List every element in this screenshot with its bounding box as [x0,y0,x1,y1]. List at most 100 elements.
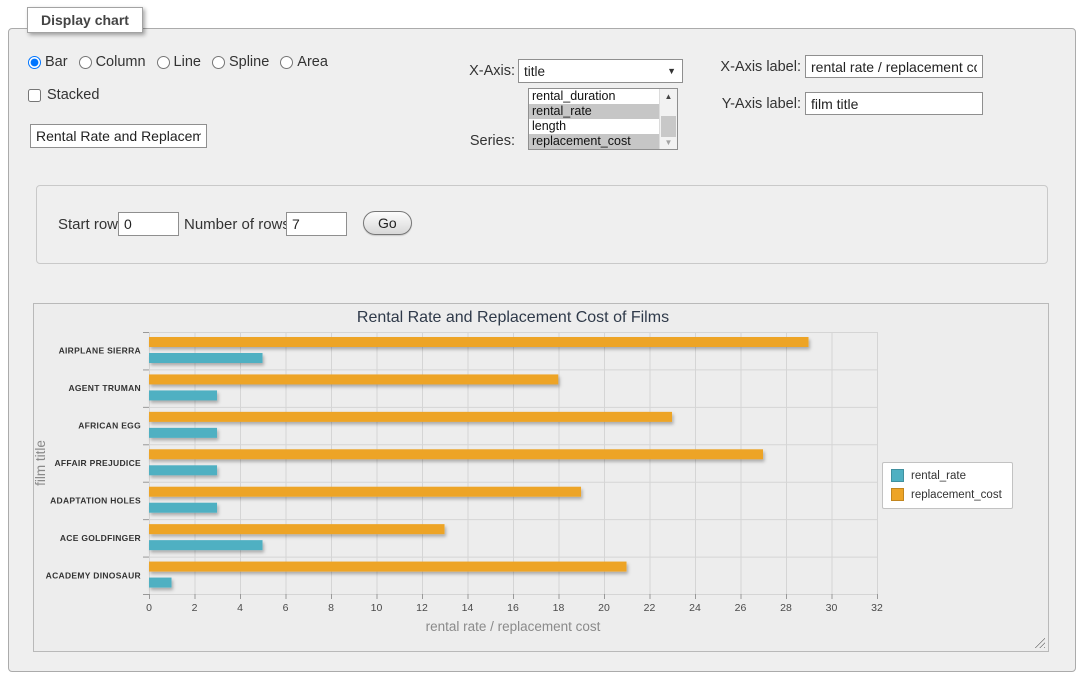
chart-type-option-line[interactable]: Line [157,54,201,70]
x-axis-label-label: X-Axis label: [705,59,801,75]
panel-title: Display chart [27,7,143,33]
svg-text:ACE GOLDFINGER: ACE GOLDFINGER [60,533,141,543]
y-axis-label-input[interactable] [805,92,983,115]
svg-text:ADAPTATION HOLES: ADAPTATION HOLES [50,495,141,505]
x-axis-select-label: X-Axis: [420,63,515,79]
chevron-down-icon: ▼ [667,66,676,76]
chart-title: Rental Rate and Replacement Cost of Film… [357,309,669,326]
x-tick-labels: 02468101214161820222426283032 [146,602,883,614]
chart-legend: rental_rate replacement_cost [882,462,1013,509]
legend-label: replacement_cost [911,489,1002,501]
series-option-length[interactable]: length [529,119,660,134]
bar-replacement_cost[interactable] [149,374,558,384]
svg-text:6: 6 [283,602,289,614]
svg-text:10: 10 [371,602,383,614]
scrollbar-thumb[interactable] [661,116,676,137]
y-axis-label-label: Y-Axis label: [705,96,801,112]
bar-replacement_cost[interactable] [149,487,581,497]
series-listbox[interactable]: rental_durationrental_ratelengthreplacem… [528,88,678,150]
svg-text:16: 16 [507,602,519,614]
series-listbox-options: rental_durationrental_ratelengthreplacem… [529,89,660,149]
gridlines [149,332,878,595]
svg-text:32: 32 [871,602,883,614]
bar-replacement_cost[interactable] [149,337,809,347]
stacked-label: Stacked [47,87,99,103]
start-row-input[interactable] [118,212,179,236]
svg-text:0: 0 [146,602,152,614]
chart-type-label: Spline [229,54,269,70]
series-scrollbar[interactable]: ▲ ▼ [659,89,677,149]
bars [149,337,809,588]
svg-text:24: 24 [689,602,701,614]
svg-text:4: 4 [237,602,243,614]
chart-type-radio-bar[interactable] [28,56,41,69]
chart-type-radio-column[interactable] [79,56,92,69]
svg-text:AFFAIR PREJUDICE: AFFAIR PREJUDICE [54,458,141,468]
axis-ticks [143,333,878,600]
svg-text:20: 20 [598,602,610,614]
chart-type-option-bar[interactable]: Bar [28,54,68,70]
x-axis-selected-value: title [524,64,545,79]
chart-container: 02468101214161820222426283032AIRPLANE SI… [33,303,1049,652]
chart-type-label: Area [297,54,328,70]
svg-text:26: 26 [735,602,747,614]
series-label: Series: [420,133,515,149]
bar-replacement_cost[interactable] [149,412,672,422]
bar-rental_rate[interactable] [149,428,217,438]
svg-text:28: 28 [780,602,792,614]
svg-text:AGENT TRUMAN: AGENT TRUMAN [68,383,141,393]
svg-text:AFRICAN EGG: AFRICAN EGG [78,421,141,431]
category-labels: AIRPLANE SIERRA AGENT TRUMAN AFRICAN EGG AF… [46,346,141,581]
chart-type-label: Column [96,54,146,70]
x-axis-label-input[interactable] [805,55,983,78]
chart-type-label: Bar [45,54,68,70]
svg-text:AIRPLANE SIERRA: AIRPLANE SIERRA [59,346,141,356]
go-button[interactable]: Go [363,211,412,235]
number-of-rows-label: Number of rows: [184,216,294,233]
chart-type-option-column[interactable]: Column [79,54,146,70]
svg-text:18: 18 [553,602,565,614]
bar-rental_rate[interactable] [149,353,263,363]
number-of-rows-input[interactable] [286,212,347,236]
svg-text:30: 30 [826,602,838,614]
series-option-replacement_cost[interactable]: replacement_cost [529,134,660,149]
chart-type-group: Bar Column Line Spline Area [28,54,339,70]
y-axis-title: film title [34,440,48,486]
series-option-rental_rate[interactable]: rental_rate [529,104,660,119]
bar-replacement_cost[interactable] [149,562,627,572]
stacked-option[interactable]: Stacked [28,87,99,103]
svg-text:2: 2 [192,602,198,614]
svg-text:14: 14 [462,602,474,614]
svg-text:ACADEMY DINOSAUR: ACADEMY DINOSAUR [46,570,141,580]
chart-type-radio-spline[interactable] [212,56,225,69]
chart-title-input[interactable] [30,124,207,148]
svg-text:8: 8 [328,602,334,614]
scroll-down-icon[interactable]: ▼ [660,135,677,149]
svg-text:12: 12 [416,602,428,614]
x-axis-title: rental rate / replacement cost [426,619,601,634]
legend-item-replacement_cost[interactable]: replacement_cost [891,488,1002,501]
series-option-rental_duration[interactable]: rental_duration [529,89,660,104]
bar-replacement_cost[interactable] [149,524,445,534]
scroll-up-icon[interactable]: ▲ [660,89,677,103]
legend-swatch-icon [891,469,904,482]
chart-type-radio-area[interactable] [280,56,293,69]
legend-swatch-icon [891,488,904,501]
chart-type-label: Line [174,54,201,70]
bar-rental_rate[interactable] [149,540,263,550]
legend-label: rental_rate [911,470,966,482]
legend-item-rental_rate[interactable]: rental_rate [891,469,1002,482]
chart-type-radio-line[interactable] [157,56,170,69]
x-axis-select[interactable]: title ▼ [518,59,683,83]
start-row-label: Start row: [58,216,122,233]
bar-rental_rate[interactable] [149,503,217,513]
bar-rental_rate[interactable] [149,465,217,475]
bar-rental_rate[interactable] [149,390,217,400]
svg-text:22: 22 [644,602,656,614]
chart-type-option-spline[interactable]: Spline [212,54,269,70]
stacked-checkbox[interactable] [28,89,41,102]
chart-type-option-area[interactable]: Area [280,54,328,70]
bar-rental_rate[interactable] [149,578,172,588]
bar-replacement_cost[interactable] [149,449,763,459]
row-range-panel: Start row: Number of rows: Go [36,185,1048,264]
